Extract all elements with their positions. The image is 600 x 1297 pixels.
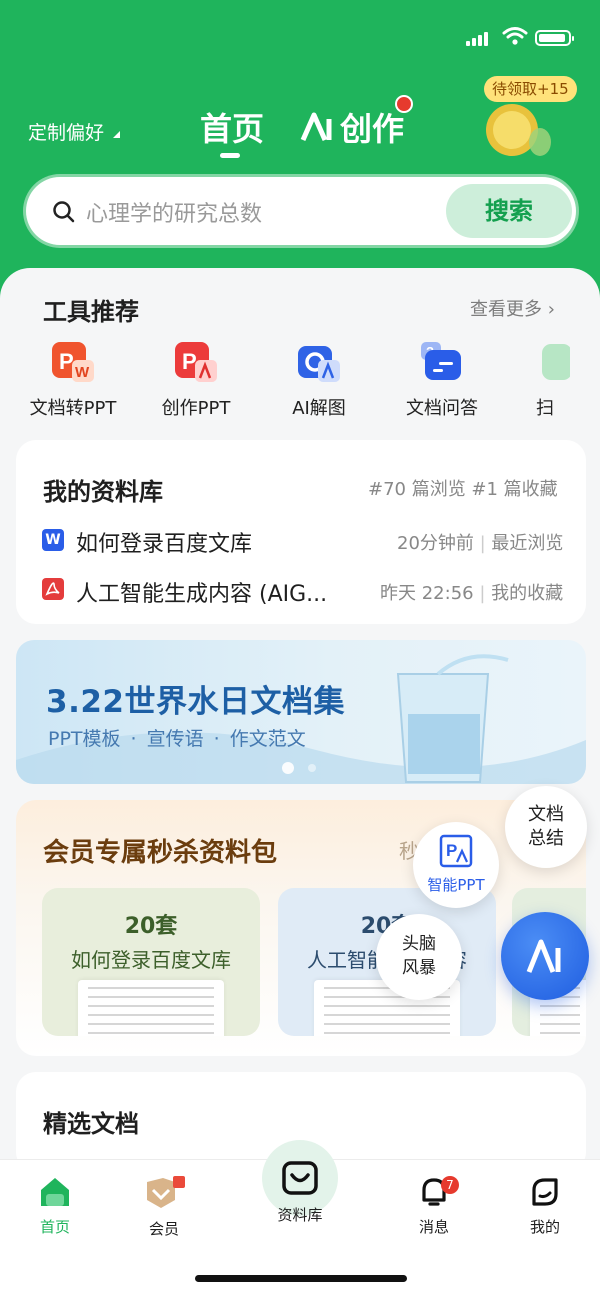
brainstorm-button[interactable]: 头脑风暴 [376, 914, 462, 1000]
tools-title: 工具推荐 [43, 298, 139, 326]
vip-crown-icon [147, 1176, 185, 1208]
svg-text:P: P [182, 349, 197, 374]
banner-subtitle: PPT模板 · 宣传语 · 作文范文 [48, 728, 306, 750]
nav-messages[interactable]: 消息 [394, 1176, 474, 1237]
ai-logo-icon [526, 939, 561, 973]
library-stats[interactable]: #70 篇浏览 #1 篇收藏 [368, 475, 558, 501]
pdf-file-icon [42, 578, 64, 600]
battery-icon [535, 30, 574, 46]
library-item-title[interactable]: 如何登录百度文库 [76, 526, 252, 558]
tool-doc-qa[interactable]: ? 文档问答 [387, 340, 497, 420]
nav-home[interactable]: 首页 [15, 1176, 95, 1237]
scan-icon [540, 340, 570, 386]
ai-logo-icon [300, 112, 332, 142]
smart-ppt-button[interactable]: P 智能PPT [413, 822, 499, 908]
message-count-badge: 7 [441, 1176, 459, 1194]
doc-summary-label: 文档总结 [528, 804, 564, 849]
preference-caret-icon [113, 131, 120, 138]
nav-label: 资料库 [277, 1206, 323, 1224]
divider: | [473, 533, 492, 554]
library-item-meta: 20分钟前 | 最近浏览 [397, 529, 563, 555]
nav-profile[interactable]: 我的 [505, 1176, 585, 1237]
library-item-tag: 最近浏览 [491, 533, 564, 554]
cellular-signal-icon [466, 32, 488, 46]
water-glass-image [396, 654, 509, 783]
chevron-right-icon: › [547, 299, 555, 320]
svg-text:W: W [75, 364, 90, 381]
search-placeholder: 心理学的研究总数 [86, 202, 263, 227]
divider: | [473, 583, 492, 604]
tool-label: AI解图 [292, 398, 346, 419]
doc-summary-button[interactable]: 文档总结 [505, 786, 587, 868]
home-indicator [195, 1275, 407, 1282]
nav-label: 首页 [39, 1218, 70, 1236]
nav-vip[interactable]: 会员 [124, 1176, 204, 1239]
tool-label: 文档转PPT [29, 398, 117, 419]
tool-label: 文档问答 [406, 398, 478, 419]
notification-dot [395, 95, 413, 113]
tab-create[interactable]: 创作 [300, 104, 404, 150]
reward-coin-icon[interactable] [482, 98, 554, 160]
tool-scan[interactable]: 扫 [510, 340, 570, 420]
library-smile-icon [282, 1161, 318, 1195]
search-icon [53, 201, 75, 223]
doc-qa-icon: ? [419, 340, 465, 386]
ai-image-icon [296, 340, 342, 386]
library-item-time: 20分钟前 [397, 533, 474, 554]
nav-label: 会员 [148, 1220, 179, 1238]
banner-title: 3.22世界水日文档集 [46, 684, 345, 720]
brainstorm-label: 头脑风暴 [402, 934, 436, 978]
create-ppt-icon: P [173, 340, 219, 386]
svg-text:P: P [446, 841, 457, 860]
doc-to-ppt-icon: P W [50, 340, 96, 386]
carousel-dot [308, 764, 316, 772]
svg-text:P: P [59, 349, 74, 374]
home-icon [41, 1178, 69, 1206]
vip-title[interactable]: 会员专属秒杀资料包 [43, 832, 277, 869]
library-title[interactable]: 我的资料库 [43, 472, 163, 507]
carousel-dot-active [282, 762, 294, 774]
tool-label: 创作PPT [161, 398, 231, 419]
library-item-tag: 我的收藏 [491, 583, 564, 604]
profile-icon [532, 1178, 558, 1206]
pack-name: 如何登录百度文库 [71, 948, 231, 972]
wifi-icon [502, 27, 528, 45]
tool-create-ppt[interactable]: P 创作PPT [141, 340, 251, 420]
tool-doc-to-ppt[interactable]: P W 文档转PPT [18, 340, 128, 420]
search-button[interactable]: 搜索 [446, 184, 572, 238]
nav-library[interactable]: 资料库 [260, 1160, 340, 1225]
document-preview [78, 980, 224, 1036]
preference-button[interactable]: 定制偏好 [28, 118, 104, 145]
word-file-icon: W [42, 529, 64, 551]
vip-pack[interactable]: 20套 如何登录百度文库 [42, 888, 260, 1036]
featured-title: 精选文档 [43, 1110, 139, 1138]
library-item-title[interactable]: 人工智能生成内容 (AIG... [76, 576, 327, 608]
tool-ai-image[interactable]: AI解图 [264, 340, 374, 420]
tab-home[interactable]: 首页 [200, 104, 264, 150]
tools-more-link[interactable]: 查看更多 › [470, 295, 555, 321]
pack-count: 20套 [124, 914, 178, 939]
nav-label: 消息 [418, 1218, 449, 1236]
ai-assistant-button[interactable] [501, 912, 589, 1000]
library-item-meta: 昨天 22:56 | 我的收藏 [380, 579, 563, 605]
reward-badge[interactable]: 待领取+15 [484, 76, 577, 102]
tools-more-label: 查看更多 [470, 299, 542, 320]
tab-home-indicator [220, 153, 240, 158]
tool-label: 扫 [536, 398, 554, 419]
smart-ppt-icon: P [439, 834, 473, 868]
smart-ppt-label: 智能PPT [427, 876, 485, 894]
tab-create-label: 创作 [340, 110, 405, 148]
nav-label: 我的 [529, 1218, 560, 1236]
library-item-time: 昨天 22:56 [380, 583, 474, 604]
